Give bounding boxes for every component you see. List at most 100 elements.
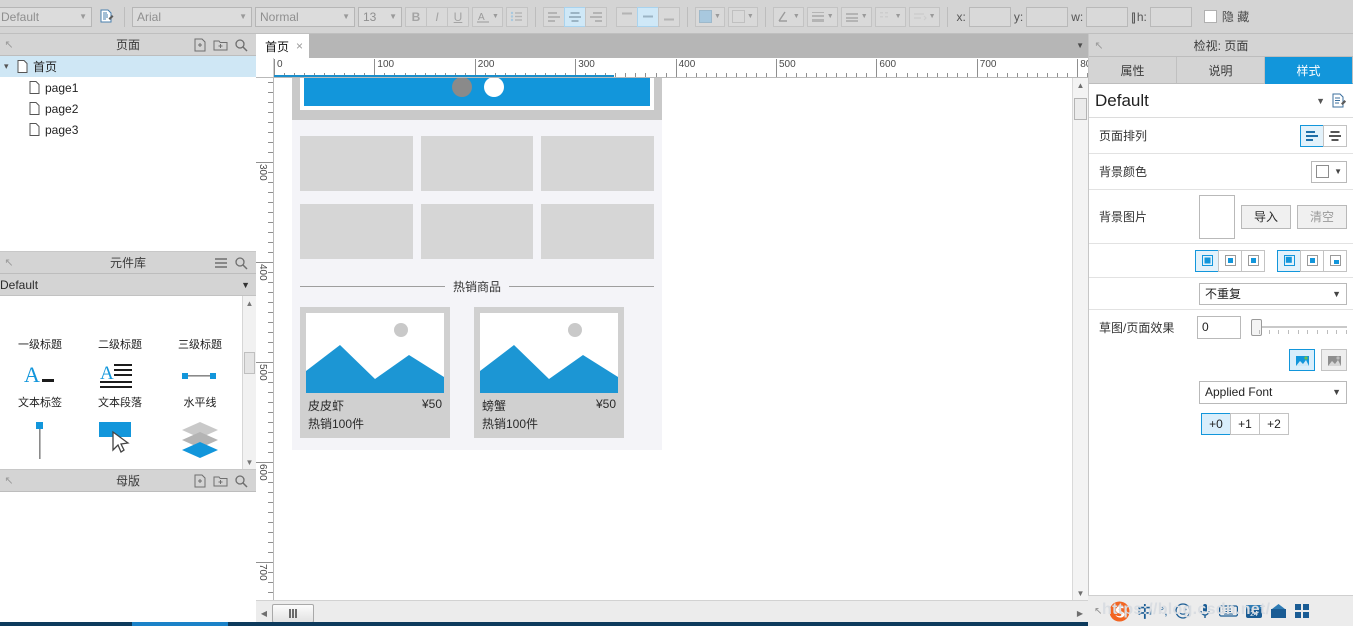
scroll-thumb[interactable] (244, 352, 255, 374)
bg-align-right-button[interactable] (1323, 249, 1347, 272)
menu-icon[interactable] (214, 256, 228, 270)
bg-image-clear-button[interactable]: 清空 (1297, 204, 1347, 229)
calendar-24-icon[interactable]: 24 (1245, 603, 1263, 619)
style-preset-select[interactable]: Default ▼ (0, 6, 92, 27)
bg-position-bottom-button[interactable] (1241, 249, 1265, 272)
line-style-picker[interactable]: ▼ (840, 6, 872, 27)
design-canvas[interactable]: 热销商品 皮皮虾 ¥50 热销100件 螃蟹 ¥50 热销100件 (274, 78, 1072, 600)
fill-color-picker[interactable]: ▼ (694, 6, 725, 27)
mock-grid-cell[interactable] (420, 136, 534, 191)
w-input[interactable] (1086, 6, 1129, 27)
y-input[interactable] (1026, 6, 1069, 27)
line-dash-picker[interactable]: ▼ (874, 6, 906, 27)
align-middle-button[interactable] (636, 6, 659, 27)
widget-item-h3[interactable]: 三级标题 (160, 296, 240, 354)
widget-item-paragraph[interactable]: A 文本段落 (80, 354, 160, 412)
toolbox-icon[interactable] (1270, 603, 1287, 619)
sketch-slider[interactable] (1247, 317, 1347, 337)
bold-button[interactable]: B (405, 6, 427, 27)
bg-image-import-button[interactable]: 导入 (1241, 204, 1291, 229)
mock-grid-cell[interactable] (300, 136, 413, 191)
collapse-icon[interactable]: ↖ (0, 474, 18, 487)
collapse-icon[interactable]: ↖ (0, 256, 18, 269)
widget-item-button[interactable] (80, 412, 160, 469)
tabbar-overflow-icon[interactable]: ▼ (1076, 41, 1084, 50)
hidden-checkbox[interactable] (1203, 10, 1217, 23)
search-icon[interactable] (234, 256, 248, 270)
close-icon[interactable]: × (296, 39, 303, 53)
emoji-icon[interactable] (1174, 603, 1191, 619)
mock-grid-cell[interactable] (541, 136, 655, 191)
widget-item-shapes[interactable] (160, 412, 240, 469)
product-card[interactable]: 皮皮虾 ¥50 热销100件 (300, 307, 450, 438)
bg-repeat-select[interactable]: 不重复 ▼ (1199, 282, 1347, 305)
page-tree-item-home[interactable]: ▾ 首页 (0, 56, 256, 77)
widget-list-scrollbar[interactable]: ▲ ▼ (242, 296, 256, 469)
line-color-picker[interactable]: ▼ (772, 6, 804, 27)
italic-button[interactable]: I (426, 6, 448, 27)
font-weight-select[interactable]: Normal ▼ (255, 6, 355, 27)
ime-punctuation-toggle[interactable]: °, (1159, 604, 1167, 618)
bg-position-middle-button[interactable] (1218, 249, 1242, 272)
carousel-dot-2[interactable] (484, 78, 504, 97)
sogou-logo-icon[interactable] (1109, 601, 1130, 622)
ime-mode-label[interactable]: 中 (1137, 601, 1152, 622)
tab-properties[interactable]: 属性 (1089, 57, 1177, 84)
arrow-style-picker[interactable]: ▼ (908, 6, 940, 27)
page-align-left-button[interactable] (1300, 124, 1324, 147)
bg-position-top-button[interactable] (1195, 249, 1219, 272)
scroll-thumb[interactable] (272, 604, 314, 623)
scroll-up-icon[interactable]: ▲ (246, 296, 254, 310)
widget-item-vline[interactable] (0, 412, 80, 469)
mock-grid-cell[interactable] (300, 204, 413, 259)
bullet-list-button[interactable] (505, 6, 528, 27)
product-card[interactable]: 螃蟹 ¥50 热销100件 (474, 307, 624, 438)
widget-library-select[interactable]: Default ▼ (0, 274, 256, 296)
carousel-dot-1[interactable] (452, 78, 472, 97)
line-width-picker[interactable]: ▼ (806, 6, 838, 27)
mock-grid-cell[interactable] (541, 204, 655, 259)
widget-item-h1[interactable]: 一级标题 (0, 296, 80, 354)
font-step-0-button[interactable]: +0 (1201, 413, 1231, 435)
align-left-button[interactable] (542, 6, 565, 27)
search-icon[interactable] (234, 474, 248, 488)
scroll-down-icon[interactable]: ▼ (1077, 586, 1085, 600)
mic-icon[interactable] (1198, 603, 1212, 620)
mock-carousel-banner[interactable] (304, 78, 650, 106)
style-editor-icon[interactable] (95, 7, 117, 27)
page-tree-item-page2[interactable]: page2 (0, 98, 256, 119)
scroll-up-icon[interactable]: ▲ (1077, 78, 1085, 92)
apps-icon[interactable] (1294, 603, 1310, 619)
page-tree-item-page1[interactable]: page1 (0, 77, 256, 98)
expand-icon[interactable]: ▾ (4, 61, 14, 72)
tab-notes[interactable]: 说明 (1177, 57, 1265, 84)
applied-font-select[interactable]: Applied Font ▼ (1199, 380, 1347, 404)
x-input[interactable] (968, 6, 1011, 27)
page-tree-item-page3[interactable]: page3 (0, 119, 256, 140)
add-folder-icon[interactable] (213, 474, 228, 488)
chevron-down-icon[interactable]: ▼ (1316, 96, 1325, 106)
keyboard-icon[interactable] (1218, 604, 1238, 618)
collapse-icon[interactable]: ↖ (0, 38, 18, 51)
page-align-center-button[interactable] (1323, 124, 1347, 147)
align-top-button[interactable] (615, 6, 638, 27)
font-color-picker[interactable]: A ▼ (472, 6, 503, 27)
font-size-select[interactable]: 13 ▼ (358, 6, 402, 27)
align-center-button[interactable] (563, 6, 586, 27)
canvas-vertical-scrollbar[interactable]: ▲ ▼ (1072, 78, 1088, 600)
align-bottom-button[interactable] (657, 6, 680, 27)
lock-ratio-icon[interactable]: [] (1131, 10, 1135, 24)
tab-style[interactable]: 样式 (1265, 57, 1353, 84)
bg-color-picker[interactable]: ▼ (1311, 160, 1347, 183)
grayscale-mode-button[interactable] (1321, 349, 1347, 371)
h-input[interactable] (1149, 6, 1192, 27)
underline-button[interactable]: U (447, 6, 469, 27)
ime-collapse-icon[interactable]: ↖ (1094, 606, 1102, 617)
add-page-icon[interactable] (193, 38, 207, 52)
font-step-2-button[interactable]: +2 (1259, 413, 1289, 435)
add-folder-icon[interactable] (213, 38, 228, 52)
scroll-left-icon[interactable]: ◀ (256, 609, 272, 618)
mock-grid-cell[interactable] (420, 204, 534, 259)
scroll-right-icon[interactable]: ▶ (1072, 609, 1088, 618)
style-editor-icon[interactable] (1331, 93, 1347, 109)
